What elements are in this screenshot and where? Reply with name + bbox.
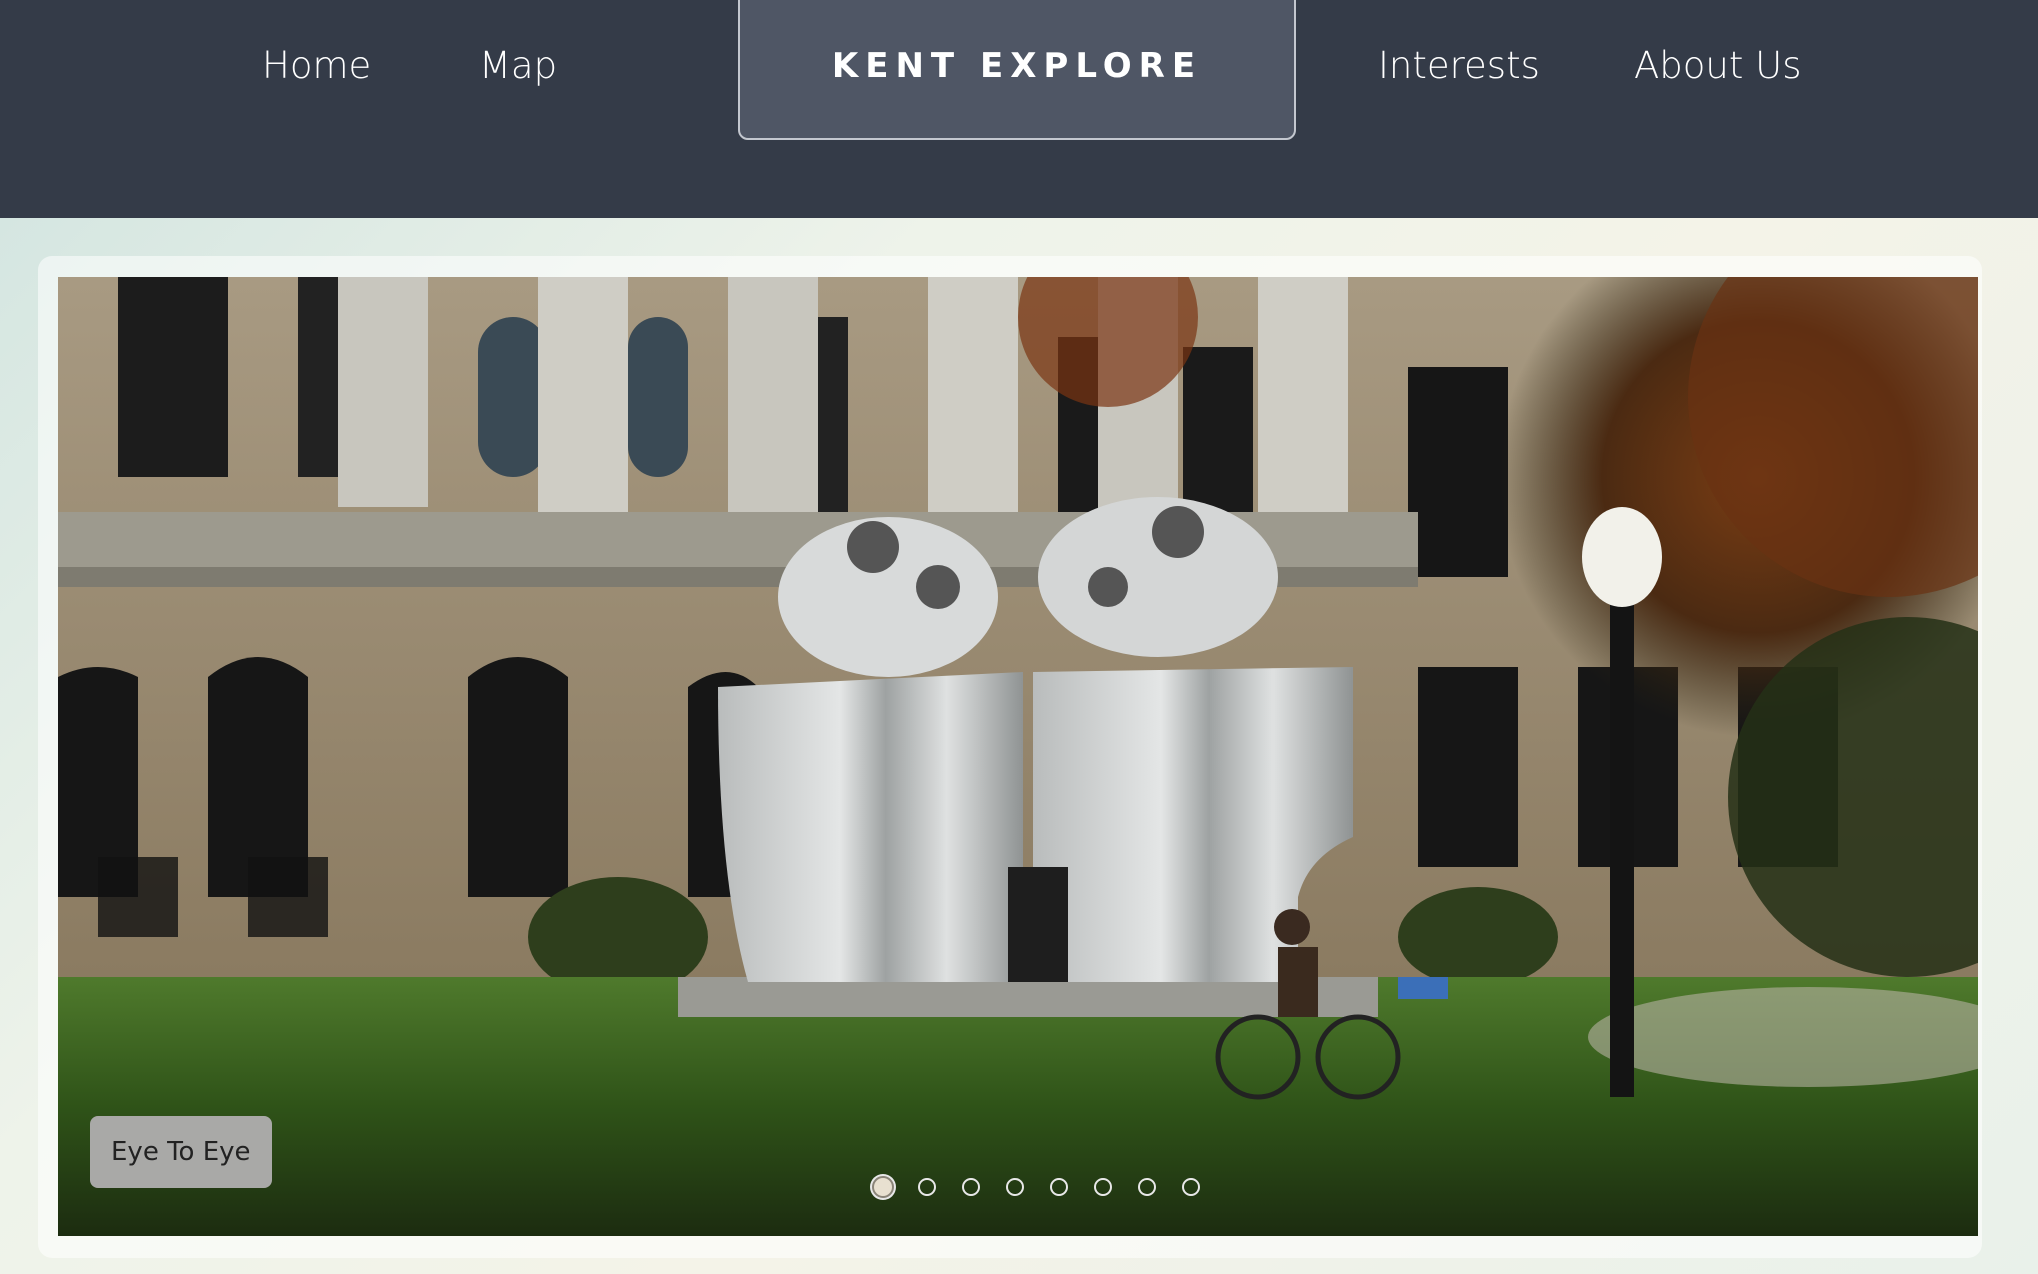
brand-title: KENT EXPLORE xyxy=(831,46,1203,86)
carousel-dot-3[interactable] xyxy=(962,1178,980,1196)
nav-link-interests[interactable]: Interests xyxy=(1378,44,1540,87)
top-navbar: Home Map KENT EXPLORE Interests About Us xyxy=(0,0,2038,218)
sculpture-photo xyxy=(58,277,1978,1236)
carousel-dot-5[interactable] xyxy=(1050,1178,1068,1196)
carousel-dot-4[interactable] xyxy=(1006,1178,1024,1196)
brand-logo-box[interactable]: KENT EXPLORE xyxy=(738,0,1296,140)
nav-link-map[interactable]: Map xyxy=(479,44,557,87)
carousel-dot-8[interactable] xyxy=(1182,1178,1200,1196)
carousel-dot-2[interactable] xyxy=(918,1178,936,1196)
carousel-dot-1[interactable] xyxy=(872,1176,894,1198)
slide-caption: Eye To Eye xyxy=(90,1116,272,1188)
nav-link-home[interactable]: Home xyxy=(262,44,371,87)
carousel-slide-image[interactable] xyxy=(58,277,1978,1236)
carousel-dot-7[interactable] xyxy=(1138,1178,1156,1196)
nav-link-about-us[interactable]: About Us xyxy=(1634,44,1802,87)
carousel-dot-6[interactable] xyxy=(1094,1178,1112,1196)
